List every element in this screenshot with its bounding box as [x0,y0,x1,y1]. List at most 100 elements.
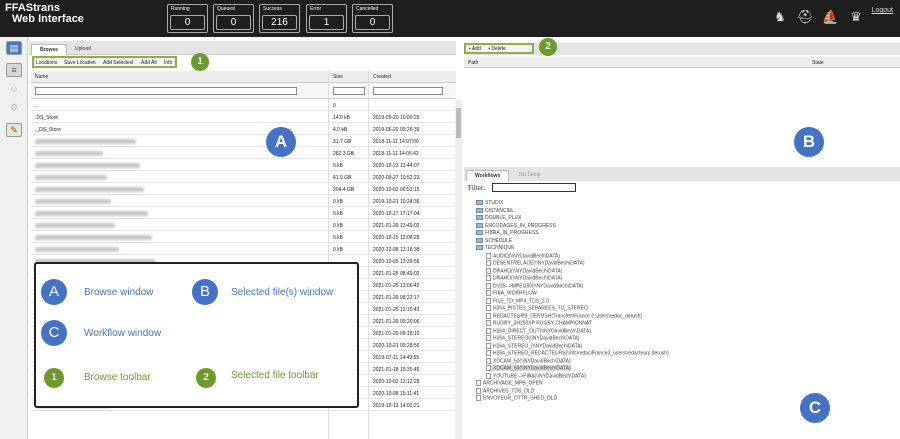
tree-folder[interactable]: ENCODAGES_IN_PROGRESS [476,223,556,229]
tree-folder[interactable]: TECHNIQUE [476,245,514,251]
tree-workflow[interactable]: ENVOYEUR_OTTR_SHED_OLD [476,395,557,401]
tree-workflow[interactable]: DRAHO(\\NYDavidBech\DATA) [486,267,562,274]
annotation-circle-b: B [794,127,824,157]
row-created: 2018-11-11 14:05:42 [373,151,419,157]
table-row[interactable]: ._DS_Store 4.0 kB 2019-05-20 09:26:39 [31,124,456,135]
tree-workflow[interactable]: ARCHIVES_TDS_OLD [476,387,535,394]
table-row[interactable]: .DS_Store 14.0 kB 2019-05-20 10:00:26 [31,112,456,123]
tree-label: STUDIX [485,200,504,206]
delete-button[interactable]: Delete [491,46,505,52]
column-name[interactable]: Name [35,74,48,80]
tab-workflows[interactable]: Workflows [466,170,510,181]
table-row[interactable]: 31.7 GB 2018-11-11 14:07:00 [31,136,456,147]
scroll-thumb[interactable] [456,108,461,138]
tree-workflow[interactable]: DESENTRELACE(\\NYDavidBech\DATA) [486,260,585,266]
stat-label: Cancelled [356,6,379,12]
gear-icon[interactable]: ⚙ [6,101,22,115]
tree-folder[interactable]: FIBRA_IN_PROGRESS [476,230,539,236]
stat-error[interactable]: Error 1 [306,4,347,33]
browse-scrollbar[interactable] [455,100,462,439]
tree-label: FIBRA_IN_PROGRESS [485,230,539,236]
tree-workflow[interactable]: YOUTUBE-->FIBA(\\NYDavidBech\DATA) [486,372,586,379]
tree-workflow[interactable]: H264_PISTES_SEPAREES_TO_STEREO [486,305,588,311]
tree-label: FIBA_WORKFLOW [493,290,537,297]
tree-workflow[interactable]: REDACTEURS_DERUSH(Transfert\France 2 Use… [486,312,642,319]
tree-workflow[interactable]: H264_DIRECT_OUT(\\NYDavidBech\DATA) [486,327,591,334]
stat-running[interactable]: Running 0 [167,4,208,33]
stat-label: Queued [217,6,235,12]
name-filter-input[interactable] [35,87,297,95]
monitor-icon[interactable]: ▤ [6,41,22,55]
database-icon[interactable]: ≡ [6,63,22,77]
helmet-icon[interactable]: ⛑ [797,10,814,24]
row-created: 2020-10-05 13:39:55 [373,259,420,265]
tree-workflow[interactable]: ARCHIVAGE_MPB_OPEN [476,380,543,386]
users-icon[interactable]: ☺ [6,83,22,97]
annotation-circle-a: A [266,127,296,157]
stat-value: 216 [262,15,297,30]
column-state[interactable]: State [812,60,824,66]
column-created[interactable]: Created [373,74,391,80]
stat-queued[interactable]: Queued 0 [213,4,254,33]
tree-workflow[interactable]: AUDIO(\\NYDavidBech\DATA) [486,252,560,259]
chess-knight-icon[interactable]: ♞ [773,10,787,24]
table-row[interactable]: 61.9 GB 2020-09-27 10:52:23 [31,172,456,183]
tree-workflow[interactable]: FILE_TO_MP4_TDS_2.0 [486,297,549,304]
column-size[interactable]: Size [333,74,343,80]
selected-toolbar: ▪ Add ▪ Delete [464,43,534,54]
tree-folder[interactable]: DOUBLE_PLUX [476,215,521,221]
add-icon: ▪ [469,46,471,52]
row-size: 14.0 kB [333,115,350,121]
size-filter-input[interactable] [333,87,365,95]
table-row[interactable]: 0 kB 2021-01-29 13:49:02 [31,220,456,231]
table-row[interactable]: 0 kB 2020-12-08 13:18:38 [31,244,456,255]
folder-icon [476,222,483,228]
log-icon[interactable]: ✎ [6,123,22,137]
stat-success[interactable]: Success 216 [259,4,300,33]
stat-value: 0 [216,15,251,30]
tree-workflow[interactable]: H264_STEREO_REDACTEURS(\\nfs\redac\Franc… [486,350,669,356]
tree-workflow[interactable]: RUGBY_2H250XP RUGBY CHAMPIONNAT [486,320,592,326]
tree-folder[interactable]: SCHEDULE [476,238,512,244]
ship-icon[interactable]: ⛵ [822,10,838,24]
column-path[interactable]: Path [468,60,478,66]
row-size: 0 kB [333,247,344,253]
tree-folder[interactable]: STUDIX [476,200,503,206]
tree-workflow[interactable]: DRAHO(\\NYDavidBech\DATA) [486,275,562,281]
tree-workflow[interactable]: FIBA_WORKFLOW [486,290,537,296]
table-row[interactable]: 262.3 GB 2018-11-11 14:05:42 [31,148,456,159]
tab-browse[interactable]: Browse [31,44,68,55]
tree-label: DV25-->MPEG50(\\NYDavidBech\DATA) [493,282,584,289]
table-row[interactable]: .. 0 [31,100,456,111]
tree-workflow[interactable]: DV25-->MPEG50(\\NYDavidBech\DATA) [486,282,584,289]
tree-folder[interactable]: DISTANCIEL [476,208,514,214]
toolbar-add-all[interactable]: Add All [141,60,157,66]
tree-workflow[interactable]: H264_STEREO_(\\NYDavidBech\DATA) [486,342,582,349]
toolbar-save-location[interactable]: Save Location [64,60,96,66]
legend-selected-window: Selected file(s) window [231,287,334,298]
tab-job-setup[interactable]: Job Setup [510,170,549,181]
table-row[interactable]: 0 kB 2020-12-17 17:17:04 [31,208,456,219]
toolbar-locations[interactable]: Locations [36,60,57,66]
workflow-icon [486,350,491,356]
workflow-filter-input[interactable] [492,183,576,192]
tree-workflow[interactable]: XDCAM_50(\\NYDavidBech\DATA) [486,357,571,364]
toolbar-add-selected[interactable]: Add Selected [103,60,133,66]
tree-workflow[interactable]: XDCAM_50(\\NYDavidBech\DATA) [486,365,571,372]
table-row[interactable]: 0 kB 2020-12-23 13:44:07 [31,160,456,171]
tree-label: ARCHIVES_TDS_OLD [483,387,535,394]
tab-upload[interactable]: Upload [67,44,99,55]
tree-workflow[interactable]: H264_STEREO(\\NYDavidBech\DATA) [486,335,580,341]
table-row[interactable]: 204.4 GB 2020-10-02 00:53:15 [31,184,456,195]
stat-cancelled[interactable]: Cancelled 0 [352,4,393,33]
logout-link[interactable]: Logout [872,7,893,14]
table-row[interactable]: 0 kB 2019-10-21 10:24:36 [31,196,456,207]
viking-helmet-icon[interactable]: ♛ [846,10,866,24]
app-logo: FFAStrans Web Interface [5,3,84,25]
redacted-name [35,235,152,240]
table-row[interactable]: 0 kB 2020-12-15 12:08:28 [31,232,456,243]
toolbar-info[interactable]: Info [164,60,172,66]
created-filter-input[interactable] [373,87,443,95]
redacted-name [35,163,140,168]
add-button[interactable]: Add [472,46,481,52]
